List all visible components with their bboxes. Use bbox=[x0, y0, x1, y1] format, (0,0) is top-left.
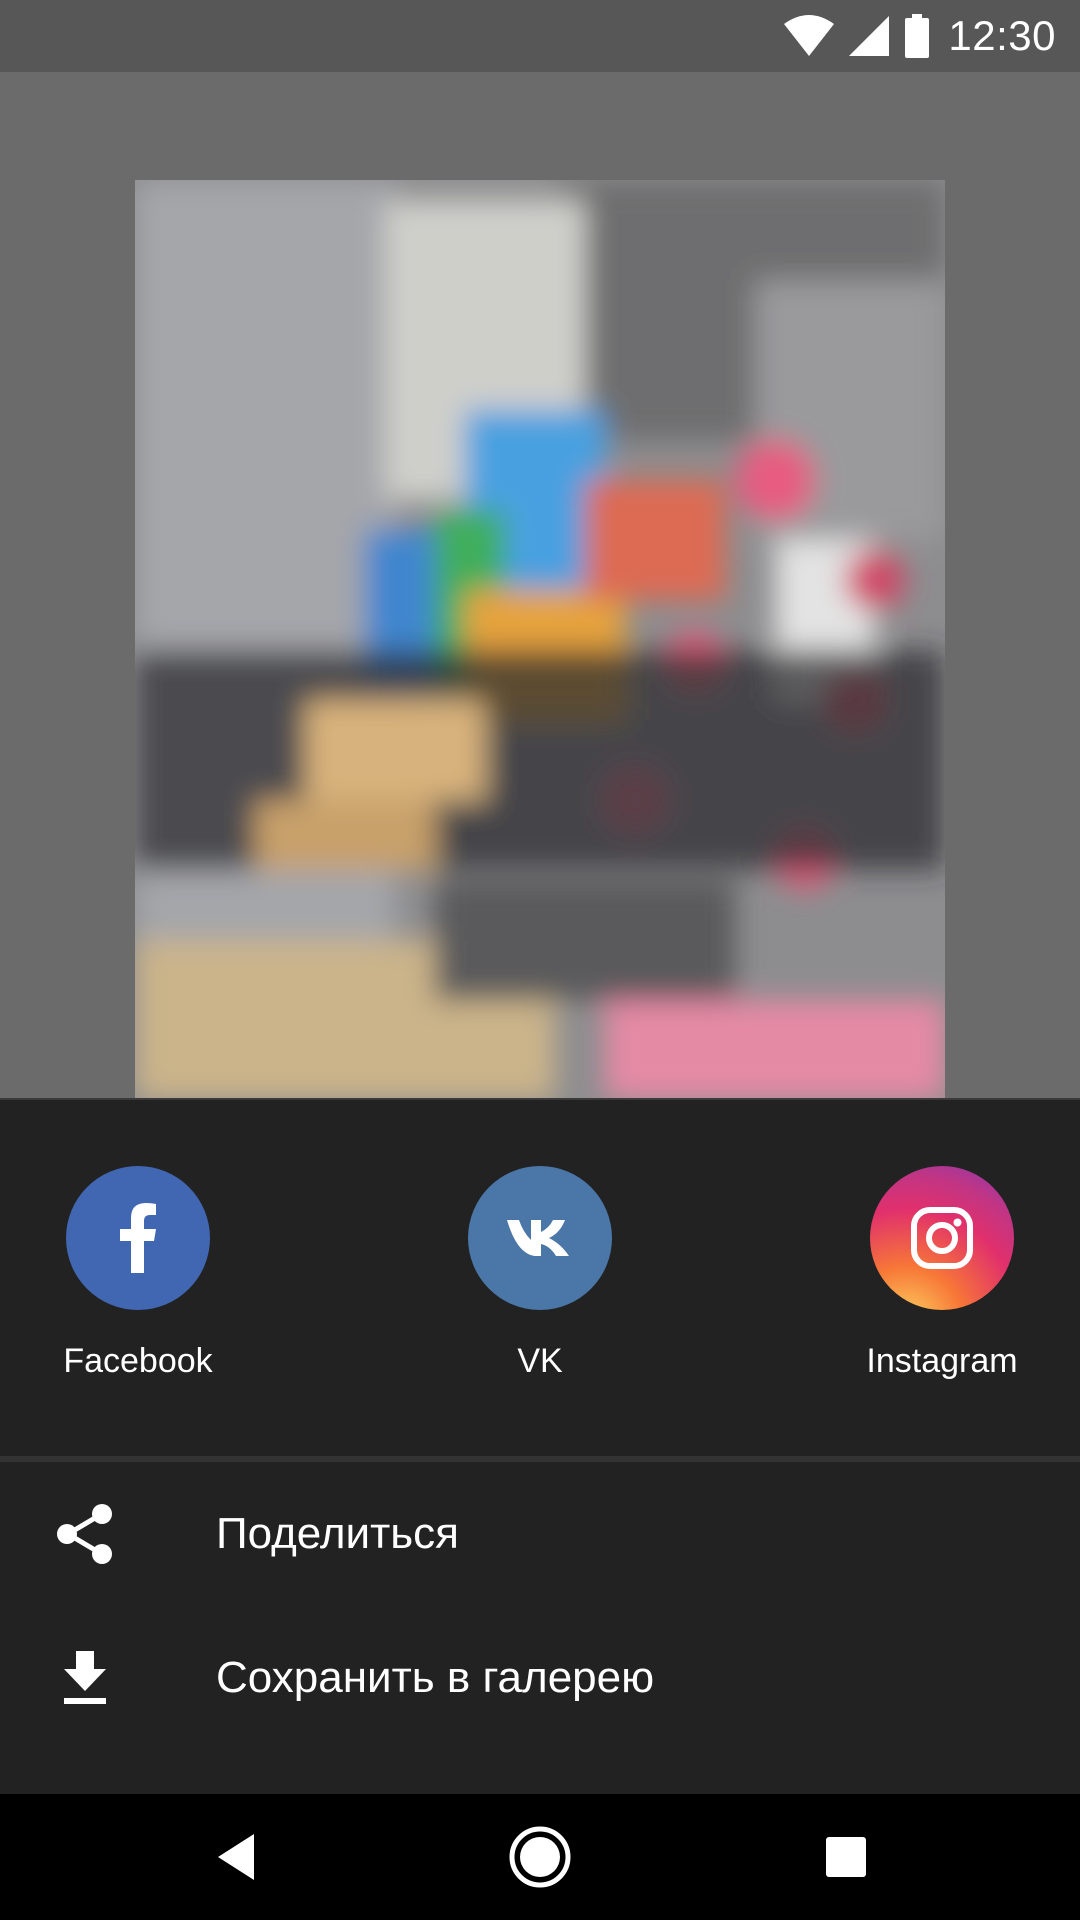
save-to-gallery-label: Сохранить в галерею bbox=[216, 1653, 655, 1702]
vk-icon bbox=[468, 1166, 612, 1310]
share-app-instagram[interactable]: Instagram bbox=[832, 1166, 1052, 1406]
instagram-icon bbox=[870, 1166, 1014, 1310]
wifi-icon bbox=[782, 14, 836, 58]
download-icon bbox=[50, 1643, 120, 1713]
status-bar: 12:30 bbox=[0, 0, 1080, 72]
photo-preview bbox=[135, 180, 945, 1100]
recents-icon[interactable] bbox=[806, 1817, 886, 1897]
share-app-label: Facebook bbox=[63, 1342, 213, 1380]
share-app-vk[interactable]: VK bbox=[430, 1166, 650, 1406]
share-apps-row: Facebook VK Instagram bbox=[0, 1100, 1080, 1458]
share-app-label: VK bbox=[517, 1342, 563, 1380]
share-sheet: Facebook VK Instagram Поделиться Сохрани… bbox=[0, 1098, 1080, 1794]
facebook-icon bbox=[66, 1166, 210, 1310]
save-to-gallery-action-item[interactable]: Сохранить в галерею bbox=[0, 1606, 1080, 1750]
navigation-bar bbox=[0, 1794, 1080, 1920]
share-action-item[interactable]: Поделиться bbox=[0, 1462, 1080, 1606]
home-icon[interactable] bbox=[500, 1817, 580, 1897]
share-app-label: Instagram bbox=[866, 1342, 1018, 1380]
share-action-label: Поделиться bbox=[216, 1509, 459, 1558]
share-app-facebook[interactable]: Facebook bbox=[28, 1166, 248, 1406]
clock: 12:30 bbox=[948, 12, 1056, 59]
cellular-signal-icon bbox=[842, 14, 896, 58]
action-list: Поделиться Сохранить в галерею bbox=[0, 1462, 1080, 1750]
screen: 12:30 Facebook VK Instagram Поделиться С… bbox=[0, 0, 1080, 1920]
back-icon[interactable] bbox=[196, 1817, 276, 1897]
share-icon bbox=[50, 1499, 120, 1569]
battery-icon bbox=[902, 14, 932, 58]
